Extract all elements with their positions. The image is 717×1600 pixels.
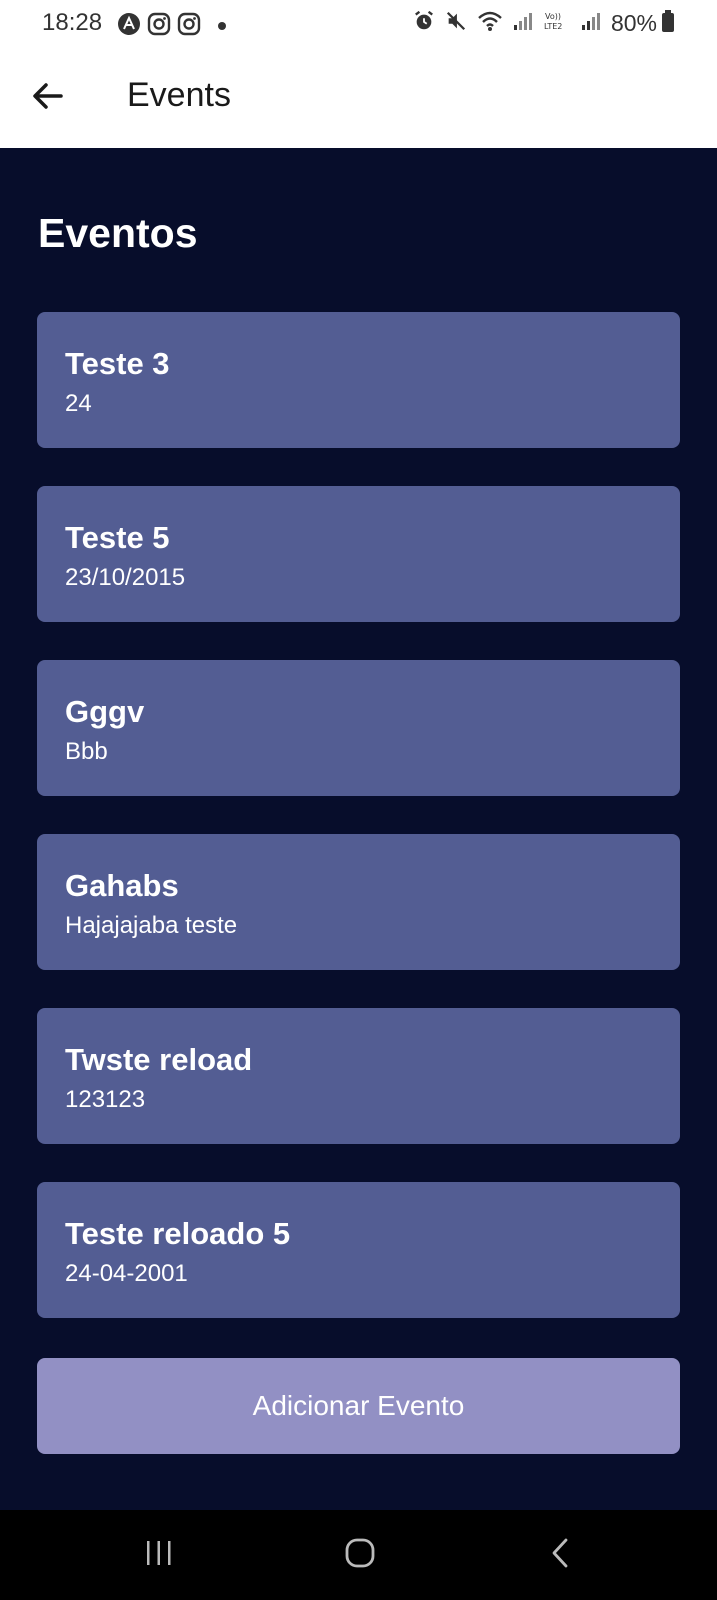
event-card[interactable]: Teste 3 24 — [37, 312, 680, 448]
event-subtitle: 23/10/2015 — [65, 564, 186, 591]
event-card[interactable]: Gggv Bbb — [37, 660, 680, 796]
signal-icon — [513, 11, 533, 36]
event-card[interactable]: Twste reload 123123 — [37, 1008, 680, 1144]
event-subtitle: 24 — [65, 390, 92, 417]
status-bar: 18:28 Vo)) LTE2 80% — [0, 0, 717, 48]
wifi-icon — [477, 10, 503, 37]
svg-text:Vo)): Vo)) — [545, 12, 561, 21]
event-card[interactable]: Teste 5 23/10/2015 — [37, 486, 680, 622]
dot-icon — [217, 18, 227, 36]
battery-icon — [661, 10, 675, 37]
event-title: Teste 3 — [65, 346, 170, 381]
event-title: Gahabs — [65, 868, 179, 903]
home-icon — [344, 1537, 376, 1574]
home-button[interactable] — [330, 1532, 390, 1578]
instagram-icon — [147, 12, 171, 41]
navigation-bar — [0, 1510, 717, 1600]
event-title: Teste 5 — [65, 520, 170, 555]
a-circle-icon — [117, 12, 141, 41]
event-subtitle: 123123 — [65, 1086, 146, 1113]
battery-percentage: 80% — [610, 10, 657, 36]
page-heading: Eventos — [38, 210, 198, 256]
arrow-left-icon — [31, 79, 65, 118]
add-event-button[interactable]: Adicionar Evento — [37, 1358, 680, 1454]
signal-icon — [581, 11, 601, 36]
screen: 18:28 Vo)) LTE2 80% Events Eventos Teste… — [0, 0, 717, 1600]
event-subtitle: 24-04-2001 — [65, 1260, 188, 1287]
svg-text:LTE2: LTE2 — [544, 22, 562, 31]
event-title: Twste reload — [65, 1042, 253, 1077]
instagram-icon — [177, 12, 201, 41]
app-bar-title: Events — [127, 76, 231, 114]
status-system-icons: Vo)) LTE2 80% — [413, 10, 675, 37]
event-subtitle: Hajajajaba teste — [65, 912, 238, 939]
event-card[interactable]: Gahabs Hajajajaba teste — [37, 834, 680, 970]
event-list: Teste 3 24 Teste 5 23/10/2015 Gggv Bbb G… — [37, 312, 680, 1356]
status-notification-icons — [117, 12, 227, 41]
event-title: Teste reloado 5 — [65, 1216, 291, 1251]
recent-apps-icon — [144, 1539, 174, 1572]
mute-icon — [445, 10, 467, 37]
event-title: Gggv — [65, 694, 145, 729]
event-subtitle: Bbb — [65, 738, 108, 765]
back-button[interactable] — [22, 72, 74, 124]
events-content: Eventos Teste 3 24 Teste 5 23/10/2015 Gg… — [0, 148, 717, 1510]
app-bar: Events — [0, 48, 717, 148]
system-back-button[interactable] — [530, 1532, 590, 1578]
volte-icon: Vo)) LTE2 — [543, 10, 571, 37]
recent-apps-button[interactable] — [129, 1532, 189, 1578]
alarm-icon — [413, 10, 435, 37]
status-time: 18:28 — [42, 9, 103, 36]
event-card[interactable]: Teste reloado 5 24-04-2001 — [37, 1182, 680, 1318]
back-icon — [548, 1537, 572, 1574]
